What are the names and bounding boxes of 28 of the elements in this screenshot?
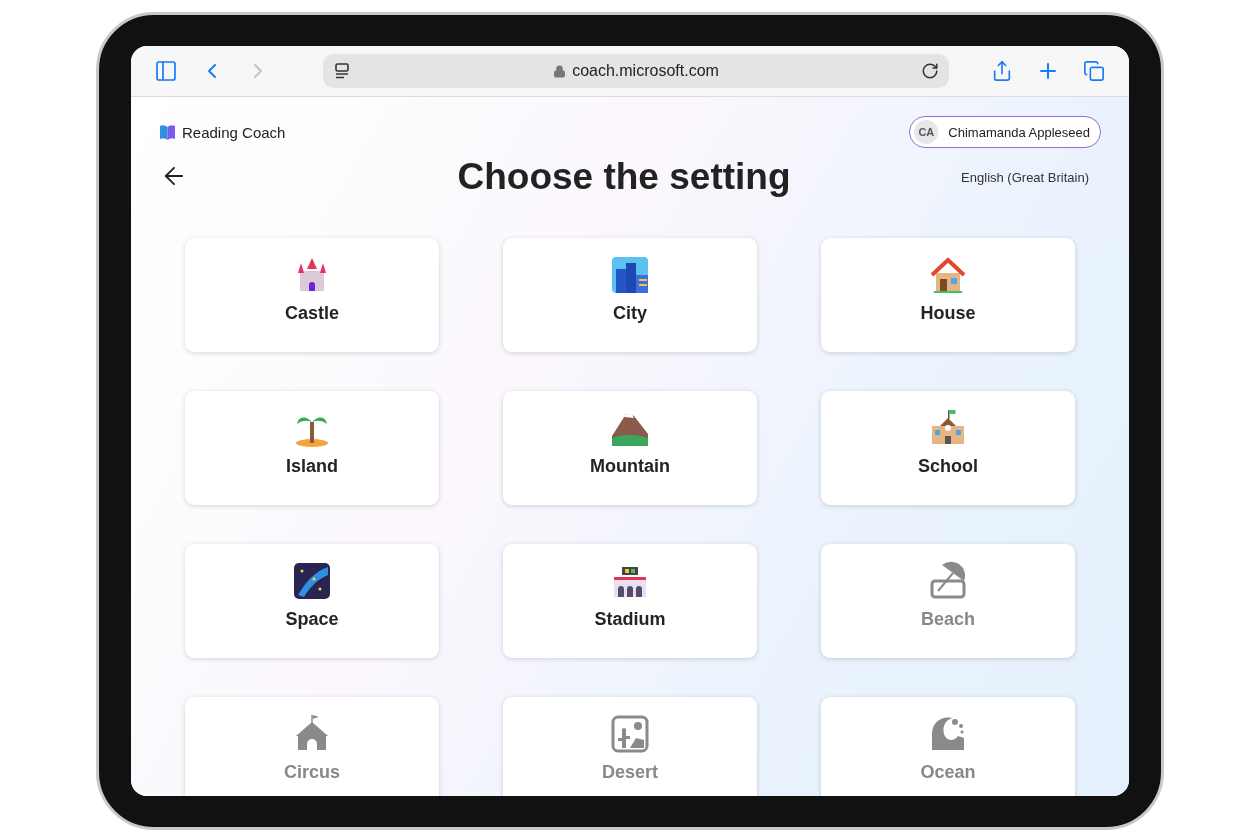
desert-cactus-icon [610, 714, 650, 754]
book-icon [159, 123, 176, 141]
user-initials-avatar: CA [914, 120, 939, 144]
setting-card[interactable]: School [821, 391, 1075, 505]
address-field[interactable]: coach.microsoft.com [323, 54, 949, 88]
city-icon [610, 255, 650, 295]
galaxy-icon [292, 561, 332, 601]
page-title: Choose the setting [457, 156, 791, 198]
user-account-button[interactable]: CA Chimamanda Appleseed [909, 116, 1101, 148]
lock-icon [553, 64, 567, 78]
setting-card[interactable]: Space [185, 544, 439, 658]
setting-card[interactable]: Stadium [503, 544, 757, 658]
user-name: Chimamanda Appleseed [948, 124, 1090, 140]
setting-card[interactable]: Beach [821, 544, 1075, 658]
language-label: English (Great Britain) [961, 169, 1089, 185]
setting-card[interactable]: Circus [185, 697, 439, 796]
app-name: Reading Coach [182, 123, 286, 141]
setting-card[interactable]: Mountain [503, 391, 757, 505]
setting-card[interactable]: City [503, 238, 757, 352]
setting-card[interactable]: Desert [503, 697, 757, 796]
setting-card[interactable]: Island [185, 391, 439, 505]
setting-card[interactable]: House [821, 238, 1075, 352]
house-icon [928, 255, 968, 295]
setting-card[interactable]: Castle [185, 238, 439, 352]
reload-icon[interactable] [921, 62, 939, 80]
setting-card[interactable]: Ocean [821, 697, 1075, 796]
beach-umbrella-icon [928, 561, 968, 601]
reader-icon[interactable] [333, 62, 351, 80]
